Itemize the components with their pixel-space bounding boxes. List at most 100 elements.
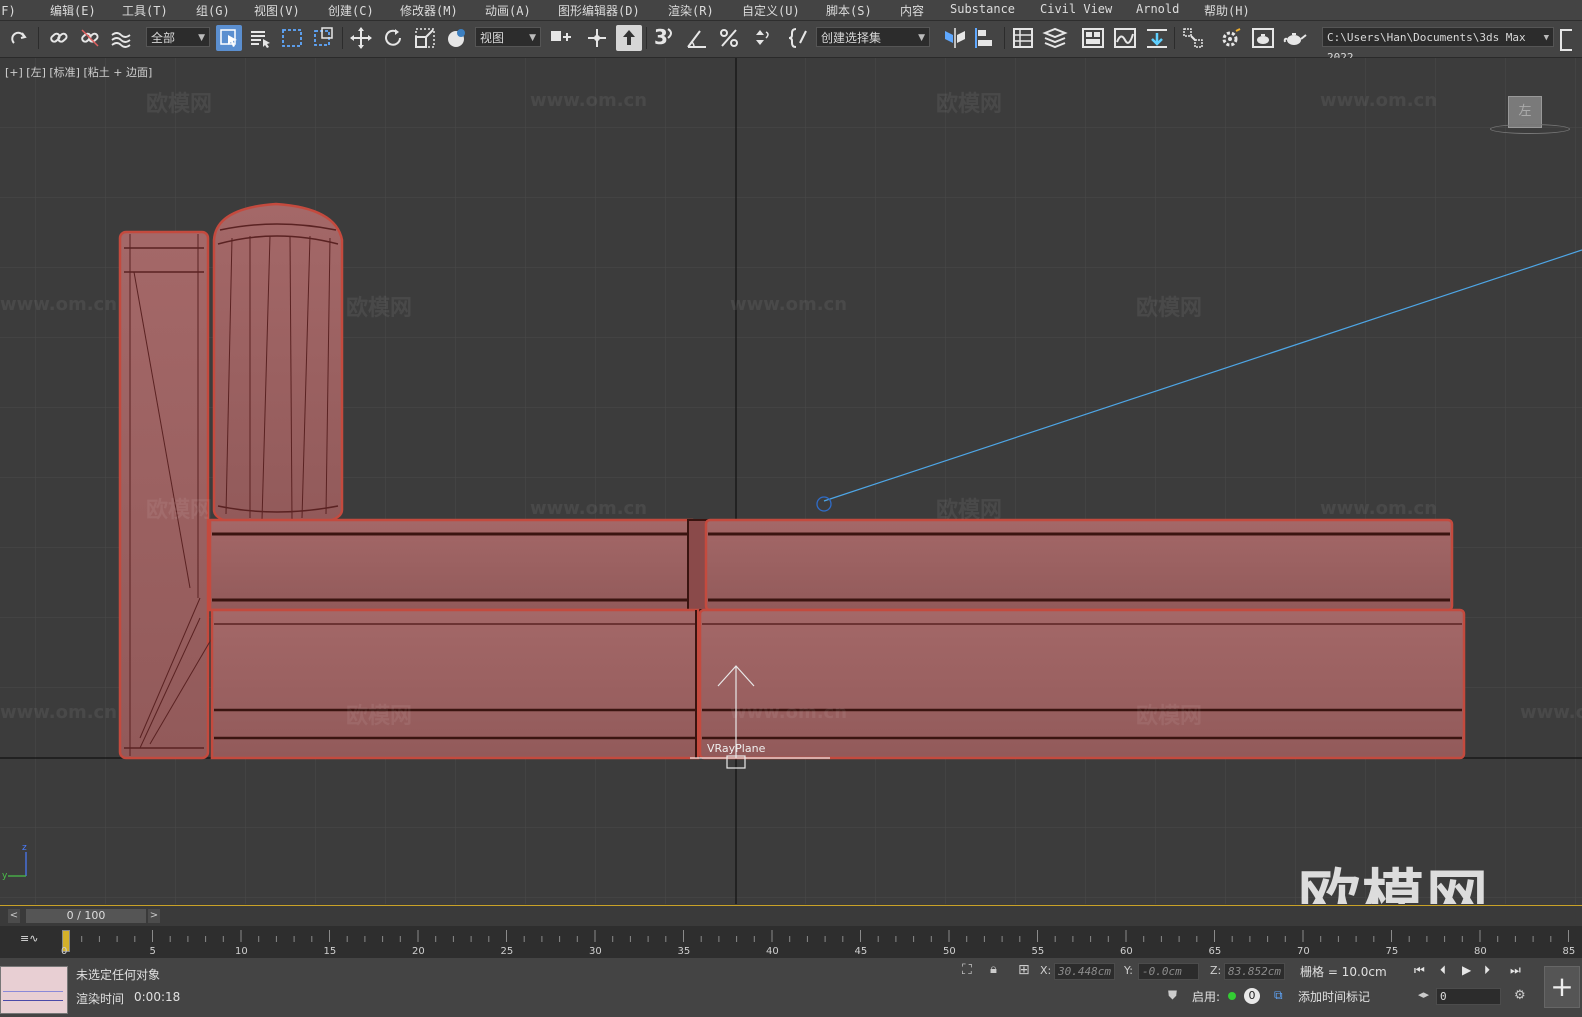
maxscript-listener-mini[interactable] — [0, 966, 68, 1014]
menu-item[interactable]: 自定义(U) — [742, 2, 800, 19]
left-viewport[interactable]: z y [+] [左] [标准] [粘土 + 边面] 欧模网 www.om.cn… — [0, 58, 1582, 904]
chevron-down-icon: ▼ — [1543, 33, 1549, 43]
link-button[interactable] — [46, 25, 72, 51]
menu-item[interactable]: 创建(C) — [328, 2, 374, 19]
teapot-icon — [1283, 33, 1307, 45]
unlink-button[interactable] — [77, 25, 103, 51]
previous-frame-icon[interactable]: ⏴ — [1440, 963, 1446, 978]
viewport-label-menu[interactable]: [+] [左] [标准] [粘土 + 边面] — [5, 64, 152, 80]
menu-item[interactable]: 动画(A) — [485, 2, 531, 19]
angle-snap-button[interactable] — [684, 25, 710, 51]
time-slider-thumb[interactable]: 0 / 100 — [26, 909, 146, 923]
toggle-ribbon-button[interactable] — [1080, 25, 1106, 51]
bind-space-warp-button[interactable] — [108, 25, 134, 51]
svg-text:z: z — [22, 843, 27, 853]
menu-item[interactable]: 帮助(H) — [1204, 2, 1250, 19]
mirror-button[interactable] — [942, 25, 968, 51]
project-path-dropdown[interactable]: C:\Users\Han\Documents\3ds Max 2022▼ — [1322, 27, 1554, 64]
play-icon[interactable]: ▶ — [1462, 963, 1471, 977]
rectangle-selection-button[interactable] — [279, 25, 305, 51]
menu-item[interactable]: 图形编辑器(D) — [558, 2, 640, 19]
chevron-left-icon[interactable]: < — [8, 909, 20, 923]
timeline-tick-label: 25 — [500, 946, 514, 957]
z-coord-field[interactable]: 83.852cm — [1224, 963, 1285, 980]
redo-button[interactable] — [6, 25, 32, 51]
time-tag-icon[interactable]: ⧉ — [1274, 988, 1283, 1003]
ribbon-icon — [1082, 28, 1104, 48]
rotate-button[interactable] — [380, 25, 406, 51]
timeline-track[interactable]: ≡∿ 0 5 10 15 20 25 30 35 40 45 50 55 60 65 70 75 80 85 — [0, 926, 1582, 958]
edit-named-selection-button[interactable] — [786, 25, 812, 51]
go-to-end-icon[interactable]: ⏭ — [1510, 963, 1521, 978]
lock-icon[interactable]: 🔒︎ — [990, 962, 997, 977]
watermark-url: www.om.cn — [0, 294, 118, 315]
watermark-url: www.om.cn — [1520, 702, 1582, 723]
layer-explorer-button[interactable] — [1042, 25, 1068, 51]
timeline-tick-label: 75 — [1385, 946, 1399, 957]
align-button[interactable] — [974, 25, 1000, 51]
timeline-tick-label: 35 — [677, 946, 691, 957]
go-to-start-icon[interactable]: ⏮ — [1414, 963, 1425, 978]
timeline-tick-label: 10 — [235, 946, 248, 957]
frame-spinner-icon: ◂▸ — [1418, 988, 1430, 1001]
menu-item[interactable]: 组(G) — [196, 2, 230, 19]
link-icon — [50, 32, 68, 43]
select-object-button[interactable] — [216, 25, 242, 51]
menu-item[interactable]: 文件(F) — [0, 2, 16, 19]
reference-coordinate-dropdown[interactable]: 视图 ▼ — [475, 27, 541, 47]
material-editor-icon — [1183, 28, 1203, 48]
menu-item[interactable]: 编辑(E) — [50, 2, 96, 19]
x-coord-field[interactable]: 30.448cm — [1054, 963, 1115, 980]
watermark-text: 欧模网 — [1136, 704, 1203, 729]
window-crossing-button[interactable] — [311, 25, 337, 51]
snaps-toggle-button[interactable]: 3 — [650, 25, 676, 51]
next-frame-icon[interactable]: ⏵ — [1484, 963, 1490, 978]
spinner-snap-button[interactable] — [748, 25, 774, 51]
move-button[interactable] — [348, 25, 374, 51]
select-by-name-button[interactable] — [247, 25, 273, 51]
menu-item[interactable]: 内容 — [900, 2, 924, 19]
percent-snap-button[interactable] — [716, 25, 742, 51]
curve-toggle-icon[interactable]: ≡∿ — [20, 932, 38, 945]
isolate-selection-icon[interactable]: ⛶ — [962, 962, 972, 978]
add-time-tag-button[interactable]: 添加时间标记 — [1298, 988, 1370, 1005]
named-selection-dropdown[interactable]: 创建选择集 ▼ — [816, 27, 930, 47]
scene-explorer-button[interactable] — [1010, 25, 1036, 51]
menu-item[interactable]: 工具(T) — [122, 2, 168, 19]
current-frame-field[interactable]: 0 — [1436, 988, 1501, 1005]
selection-filter-dropdown[interactable]: 全部 ▼ — [146, 27, 210, 47]
menu-item[interactable]: 渲染(R) — [668, 2, 714, 19]
menu-item[interactable]: 视图(V) — [254, 2, 300, 19]
script-shield-icon[interactable]: ⛊ — [1168, 988, 1177, 1003]
schematic-view-button[interactable] — [1144, 25, 1170, 51]
render-setup-button[interactable] — [1218, 25, 1244, 51]
menu-item[interactable]: 修改器(M) — [400, 2, 458, 19]
y-coord-field[interactable]: -0.0cm — [1138, 963, 1199, 980]
enable-count-badge[interactable]: 0 — [1244, 988, 1260, 1004]
viewcube-ring[interactable] — [1490, 124, 1570, 134]
panel-toggle-icon[interactable] — [1560, 29, 1572, 51]
curve-editor-button[interactable] — [1112, 25, 1138, 51]
spinner-snap-icon — [756, 30, 769, 45]
toolbar-separator — [342, 27, 343, 49]
chevron-right-icon[interactable]: > — [148, 909, 160, 923]
time-config-icon[interactable]: ⚙ — [1514, 988, 1526, 1003]
absolute-mode-icon[interactable]: ⊞ — [1018, 962, 1030, 978]
timeline-tick-label: 70 — [1297, 946, 1310, 957]
timeline-tick-label: 60 — [1120, 946, 1133, 957]
menu-item[interactable]: 脚本(S) — [826, 2, 872, 19]
place-button[interactable] — [444, 25, 470, 51]
menu-item[interactable]: Civil View — [1040, 2, 1112, 16]
render-production-button[interactable] — [1282, 25, 1308, 51]
material-editor-button[interactable] — [1180, 25, 1206, 51]
menu-item[interactable]: Substance — [950, 2, 1015, 16]
add-key-icon[interactable]: + — [1544, 966, 1580, 1008]
menu-item[interactable]: Arnold — [1136, 2, 1179, 16]
rendered-frame-window-button[interactable] — [1250, 25, 1276, 51]
time-slider[interactable]: < 0 / 100 > — [0, 905, 1582, 926]
pivot-center-button[interactable] — [548, 25, 574, 51]
scale-button[interactable] — [412, 25, 438, 51]
keyboard-shortcut-override-button[interactable] — [616, 25, 642, 51]
list-select-icon — [251, 31, 270, 48]
select-and-manipulate-button[interactable] — [584, 25, 610, 51]
